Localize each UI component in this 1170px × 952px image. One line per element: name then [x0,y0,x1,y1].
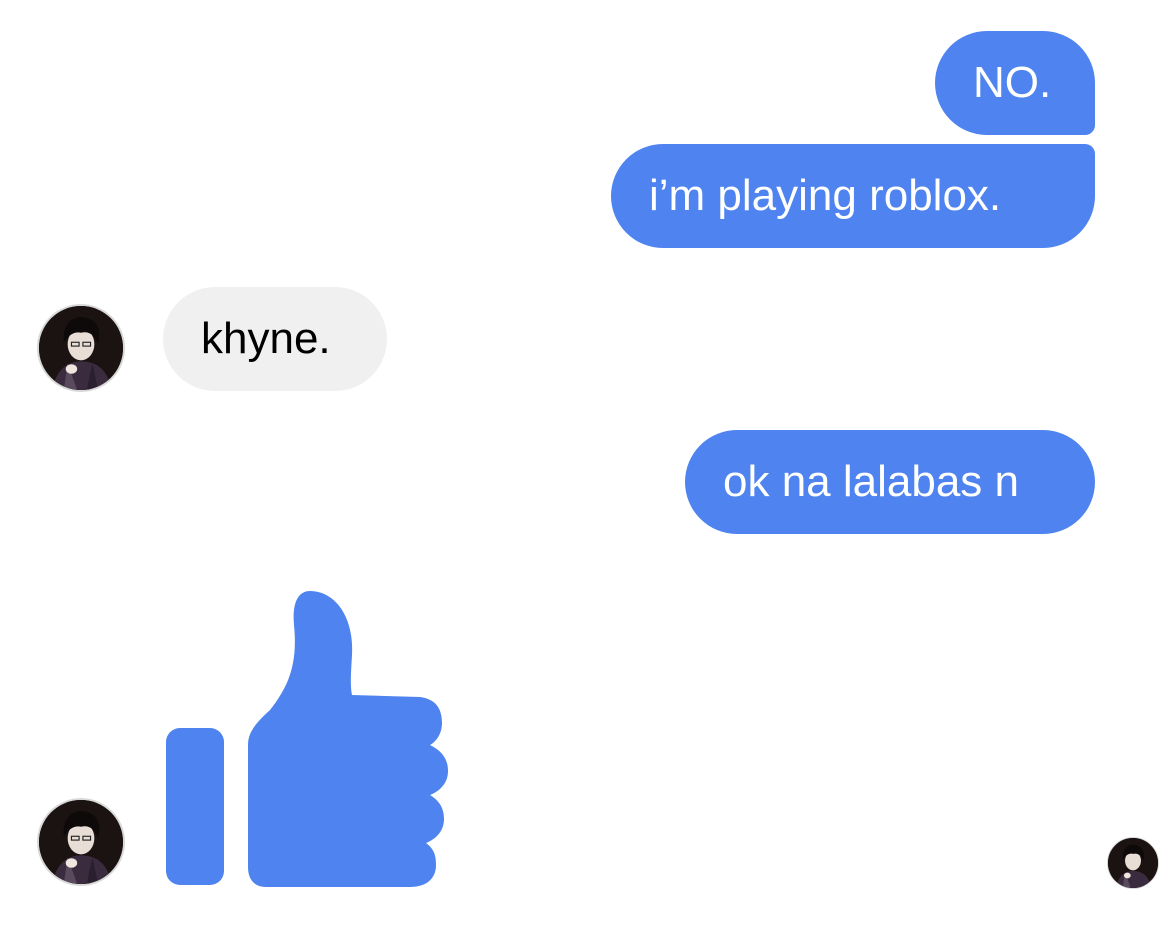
thumbs-up-sticker[interactable] [160,585,455,890]
avatar-image [39,800,123,884]
message-bubble-incoming[interactable]: khyne. [163,287,387,391]
avatar-image [39,306,123,390]
avatar-image [1108,838,1158,888]
read-receipt-avatar [1107,837,1159,889]
thumbs-up-icon [166,591,448,887]
message-text: i’m playing roblox. [649,171,1002,220]
message-text: ok na lalabas n [723,457,1019,506]
message-bubble-outgoing[interactable]: ok na lalabas n [685,430,1095,534]
message-bubble-outgoing[interactable]: i’m playing roblox. [611,144,1095,248]
contact-avatar[interactable] [37,304,125,392]
message-text: NO. [973,58,1052,107]
message-text: khyne. [201,314,331,363]
message-bubble-outgoing[interactable]: NO. [935,31,1095,135]
contact-avatar[interactable] [37,798,125,886]
